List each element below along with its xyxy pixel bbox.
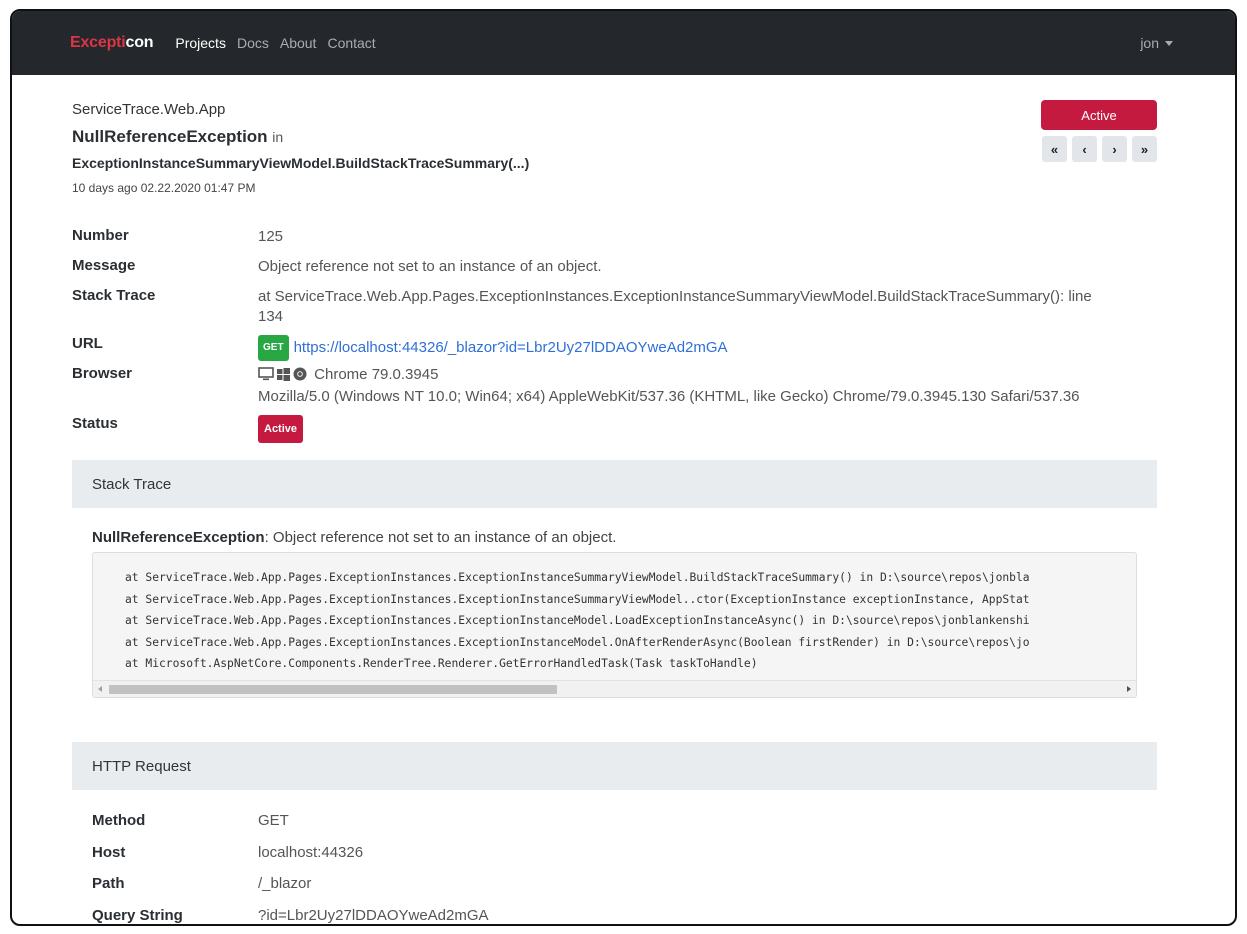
request-query-row: Query String ?id=Lbr2Uy27lDDAOYweAd2mGA <box>92 907 489 924</box>
next-page-button[interactable]: › <box>1102 136 1127 162</box>
status-label: Status <box>72 415 118 432</box>
stack-trace-code-line: at ServiceTrace.Web.App.Pages.ExceptionI… <box>125 635 1030 649</box>
navbar: Excepticon Projects Docs About Contact j… <box>12 11 1235 75</box>
request-method-value: GET <box>258 812 289 829</box>
stack-trace-message: : Object reference not set to an instanc… <box>264 529 617 546</box>
stack-trace-code-line: at ServiceTrace.Web.App.Pages.ExceptionI… <box>125 592 1030 606</box>
app-window: Excepticon Projects Docs About Contact j… <box>10 9 1237 926</box>
message-label: Message <box>72 257 136 274</box>
request-path-row: Path /_blazor <box>92 875 311 892</box>
request-method-row: Method GET <box>92 812 289 829</box>
exception-heading: NullReferenceException in <box>72 127 283 147</box>
browser-value: Chrome 79.0.3945 Mozilla/5.0 (Windows NT… <box>258 365 1080 407</box>
detail-url: URL GET https://localhost:44326/_blazor?i… <box>72 335 728 361</box>
stack-trace-code-block[interactable]: at ServiceTrace.Web.App.Pages.ExceptionI… <box>92 552 1137 698</box>
scroll-left-icon[interactable] <box>98 686 102 692</box>
nav-docs[interactable]: Docs <box>237 35 269 51</box>
request-host-label: Host <box>92 844 126 861</box>
request-host-row: Host localhost:44326 <box>92 844 363 861</box>
chrome-icon <box>293 367 307 387</box>
stack-trace-code-line: at ServiceTrace.Web.App.Pages.ExceptionI… <box>125 614 1030 627</box>
message-value: Object reference not set to an instance … <box>258 258 602 275</box>
http-request-card-header: HTTP Request <box>72 742 1157 790</box>
nav-projects[interactable]: Projects <box>175 35 226 51</box>
status-button[interactable]: Active <box>1041 100 1157 130</box>
stack-trace-value: at ServiceTrace.Web.App.Pages.ExceptionI… <box>258 287 1092 327</box>
stack-trace-line-2: 134 <box>258 308 284 325</box>
project-name: ServiceTrace.Web.App <box>72 101 226 118</box>
url-label: URL <box>72 335 103 352</box>
stack-trace-code-line: at Microsoft.AspNetCore.Components.Rende… <box>125 657 758 670</box>
scroll-right-icon[interactable] <box>1127 686 1131 692</box>
detail-status: Status Active <box>72 415 304 443</box>
scrollbar-thumb[interactable] <box>109 685 557 694</box>
nav-contact[interactable]: Contact <box>327 35 375 51</box>
http-method-badge: GET <box>258 335 289 361</box>
browser-label: Browser <box>72 365 133 382</box>
request-query-value: ?id=Lbr2Uy27lDDAOYweAd2mGA <box>258 907 489 924</box>
brand-part-1: Excepti <box>70 34 126 51</box>
user-agent: Mozilla/5.0 (Windows NT 10.0; Win64; x64… <box>258 388 1080 405</box>
status-badge: Active <box>258 415 304 443</box>
exception-type: NullReferenceException <box>72 127 268 146</box>
first-page-button[interactable]: « <box>1042 136 1067 162</box>
request-path-label: Path <box>92 875 125 892</box>
exception-method: ExceptionInstanceSummaryViewModel.BuildS… <box>72 155 530 171</box>
last-page-button[interactable]: » <box>1132 136 1157 162</box>
url-link[interactable]: https://localhost:44326/_blazor?id=Lbr2U… <box>294 339 728 356</box>
detail-message: Message Object reference not set to an i… <box>72 257 602 277</box>
user-menu[interactable]: jon <box>1140 35 1173 51</box>
browser-name: Chrome 79.0.3945 <box>314 366 439 383</box>
detail-browser: Browser Chrome 79.0.3945 Mozilla/5.0 (Wi… <box>72 365 1080 407</box>
previous-page-button[interactable]: ‹ <box>1072 136 1097 162</box>
stack-trace-lines: at ServiceTrace.Web.App.Pages.ExceptionI… <box>125 567 1030 675</box>
request-query-label: Query String <box>92 907 183 924</box>
detail-stack-trace: Stack Trace at ServiceTrace.Web.App.Page… <box>72 287 1092 327</box>
number-label: Number <box>72 227 129 244</box>
number-value: 125 <box>258 228 284 245</box>
windows-icon <box>277 367 290 387</box>
brand-logo[interactable]: Excepticon <box>70 34 154 52</box>
brand-part-2: con <box>125 34 154 51</box>
stack-trace-exception: NullReferenceException <box>92 529 265 546</box>
horizontal-scrollbar[interactable] <box>93 680 1136 697</box>
in-word: in <box>272 129 284 145</box>
stack-trace-code-line: at ServiceTrace.Web.App.Pages.ExceptionI… <box>125 571 1030 584</box>
status-value: Active <box>258 415 304 443</box>
stack-trace-line-1: at ServiceTrace.Web.App.Pages.ExceptionI… <box>258 288 1092 305</box>
stack-trace-card-header: Stack Trace <box>72 460 1157 508</box>
user-name: jon <box>1140 35 1159 51</box>
request-path-value: /_blazor <box>258 875 312 892</box>
url-value: GET https://localhost:44326/_blazor?id=Lb… <box>258 335 728 361</box>
chevron-down-icon <box>1165 40 1173 46</box>
stack-trace-label: Stack Trace <box>72 287 156 304</box>
request-method-label: Method <box>92 812 146 829</box>
detail-number: Number 125 <box>72 227 283 247</box>
nav-about[interactable]: About <box>280 35 317 51</box>
desktop-icon <box>258 367 274 387</box>
stack-trace-summary: NullReferenceException: Object reference… <box>92 529 616 546</box>
request-host-value: localhost:44326 <box>258 844 364 861</box>
exception-time: 10 days ago 02.22.2020 01:47 PM <box>72 181 256 195</box>
pager: « ‹ › » <box>1042 136 1157 162</box>
